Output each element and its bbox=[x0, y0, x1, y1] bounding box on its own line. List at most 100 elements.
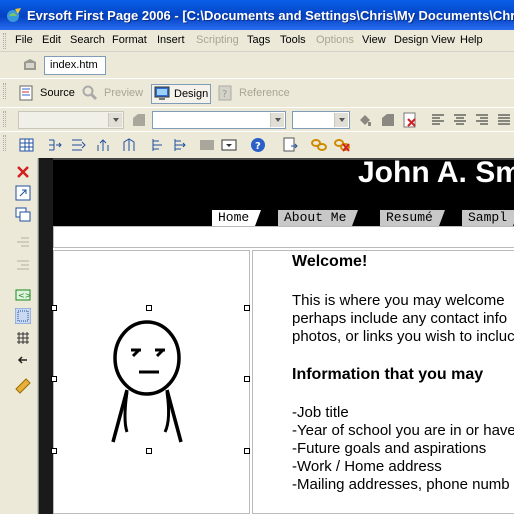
design-view-canvas[interactable]: John A. Sm Home About Me Resumé Sampl We… bbox=[38, 158, 514, 514]
align-left-icon[interactable] bbox=[430, 112, 446, 128]
resize-handle[interactable] bbox=[146, 448, 152, 454]
menu-search[interactable]: Search bbox=[70, 34, 105, 46]
window-title: Evrsoft First Page 2006 - [C:\Documents … bbox=[27, 8, 514, 23]
resize-handle[interactable] bbox=[51, 376, 57, 382]
stamp-icon[interactable] bbox=[380, 112, 396, 128]
help-book-icon: ? bbox=[218, 85, 232, 101]
menu-edit[interactable]: Edit bbox=[42, 34, 61, 46]
menu-bar: File Edit Search Format Insert Scripting… bbox=[0, 30, 514, 52]
document-list-icon[interactable] bbox=[22, 57, 38, 73]
tab-preview[interactable]: Preview bbox=[82, 84, 146, 104]
source-icon bbox=[19, 85, 33, 101]
indent-icon[interactable] bbox=[15, 258, 31, 274]
chevron-down-icon bbox=[270, 113, 284, 127]
align-center-icon[interactable] bbox=[452, 112, 468, 128]
resize-handle[interactable] bbox=[244, 448, 250, 454]
nav-tab-home[interactable]: Home bbox=[212, 210, 262, 226]
intro-line-1: This is where you may welcome bbox=[292, 292, 505, 309]
chevron-down-icon bbox=[108, 113, 122, 127]
align-right-icon[interactable] bbox=[474, 112, 490, 128]
info-item-5: -Mailing addresses, phone numb bbox=[292, 476, 510, 493]
font-family-select[interactable] bbox=[152, 111, 286, 129]
table-icon[interactable] bbox=[19, 137, 35, 153]
link-icon[interactable] bbox=[311, 137, 327, 153]
merge-up-icon[interactable] bbox=[121, 137, 137, 153]
font-size-select[interactable] bbox=[292, 111, 350, 129]
menu-help[interactable]: Help bbox=[460, 34, 483, 46]
menu-file[interactable]: File bbox=[15, 34, 33, 46]
table-row[interactable] bbox=[53, 226, 514, 248]
tab-reference[interactable]: ? Reference bbox=[217, 84, 297, 104]
menu-options[interactable]: Options bbox=[316, 34, 354, 46]
tab-reference-label: Reference bbox=[239, 87, 290, 99]
resize-handle[interactable] bbox=[244, 305, 250, 311]
page-properties-icon[interactable] bbox=[282, 137, 298, 153]
help-icon[interactable]: ? bbox=[250, 137, 266, 153]
form-field-icon[interactable] bbox=[221, 137, 237, 153]
resize-handle[interactable] bbox=[51, 448, 57, 454]
insert-row-icon[interactable] bbox=[47, 137, 63, 153]
view-mode-bar: Source Preview Design ? Reference bbox=[0, 80, 514, 106]
document-tab-index[interactable]: index.htm bbox=[44, 56, 106, 75]
insert-column-icon[interactable] bbox=[70, 137, 86, 153]
ruler-icon[interactable] bbox=[15, 378, 31, 394]
document-tab-bar: index.htm bbox=[0, 52, 514, 79]
menu-insert[interactable]: Insert bbox=[157, 34, 185, 46]
indent-tree-icon[interactable] bbox=[172, 137, 188, 153]
menu-design-view[interactable]: Design View bbox=[394, 34, 455, 46]
grid-icon[interactable] bbox=[15, 330, 31, 346]
svg-text:?: ? bbox=[255, 141, 261, 152]
tab-design-label: Design bbox=[174, 88, 209, 100]
toolbar-grip[interactable] bbox=[3, 135, 6, 151]
style-icon[interactable] bbox=[131, 112, 147, 128]
app-icon bbox=[7, 8, 21, 22]
menu-view[interactable]: View bbox=[362, 34, 386, 46]
document-tab-label: index.htm bbox=[50, 59, 98, 71]
paragraph-style-select[interactable] bbox=[18, 111, 124, 129]
tile-windows-icon[interactable] bbox=[15, 206, 31, 222]
info-item-2: -Year of school you are in or have bbox=[292, 422, 514, 439]
title-bar: Evrsoft First Page 2006 - [C:\Documents … bbox=[0, 0, 514, 30]
remove-format-icon[interactable] bbox=[402, 112, 418, 128]
site-name[interactable]: John A. Sm bbox=[358, 158, 514, 190]
format-toolbar bbox=[0, 107, 514, 131]
tab-source[interactable]: Source bbox=[18, 84, 78, 104]
close-icon[interactable] bbox=[15, 164, 31, 180]
welcome-heading: Welcome! bbox=[292, 253, 368, 270]
image-placeholder-icon[interactable] bbox=[199, 137, 215, 153]
stick-figure-image[interactable] bbox=[105, 320, 189, 450]
monitor-icon bbox=[154, 86, 170, 100]
resize-handle[interactable] bbox=[146, 305, 152, 311]
resize-handle[interactable] bbox=[244, 376, 250, 382]
toolbar-grip[interactable] bbox=[3, 111, 6, 127]
tab-design[interactable]: Design bbox=[151, 84, 211, 104]
menu-format[interactable]: Format bbox=[112, 34, 147, 46]
info-item-1: -Job title bbox=[292, 404, 349, 421]
magnifier-icon bbox=[82, 85, 98, 101]
nav-tab-about[interactable]: About Me bbox=[278, 210, 359, 226]
menu-scripting[interactable]: Scripting bbox=[196, 34, 239, 46]
page-margin bbox=[39, 158, 53, 514]
toolbar-grip[interactable] bbox=[3, 83, 6, 99]
show-borders-icon[interactable] bbox=[15, 308, 31, 324]
menu-tags[interactable]: Tags bbox=[247, 34, 270, 46]
outdent-icon[interactable] bbox=[15, 235, 31, 251]
toolbar-grip[interactable] bbox=[3, 33, 6, 49]
nav-tab-samples[interactable]: Sampl bbox=[462, 210, 514, 226]
arrow-left-icon[interactable] bbox=[15, 352, 31, 368]
svg-text:<>: <> bbox=[18, 291, 31, 300]
menu-tools[interactable]: Tools bbox=[280, 34, 306, 46]
intro-line-3: photos, or links you wish to incluc bbox=[292, 328, 514, 345]
unlink-icon[interactable] bbox=[334, 137, 350, 153]
show-tags-icon[interactable]: <> bbox=[15, 287, 31, 303]
align-tree-icon[interactable] bbox=[150, 137, 166, 153]
site-nav: Home About Me Resumé Sampl bbox=[53, 208, 514, 226]
paint-bucket-icon[interactable] bbox=[357, 112, 373, 128]
info-item-3: -Future goals and aspirations bbox=[292, 440, 487, 457]
left-toolbar: <> bbox=[0, 158, 38, 514]
split-down-icon[interactable] bbox=[95, 137, 111, 153]
expand-window-icon[interactable] bbox=[15, 185, 31, 201]
nav-tab-resume[interactable]: Resumé bbox=[380, 210, 445, 226]
resize-handle[interactable] bbox=[51, 305, 57, 311]
justify-icon[interactable] bbox=[496, 112, 512, 128]
